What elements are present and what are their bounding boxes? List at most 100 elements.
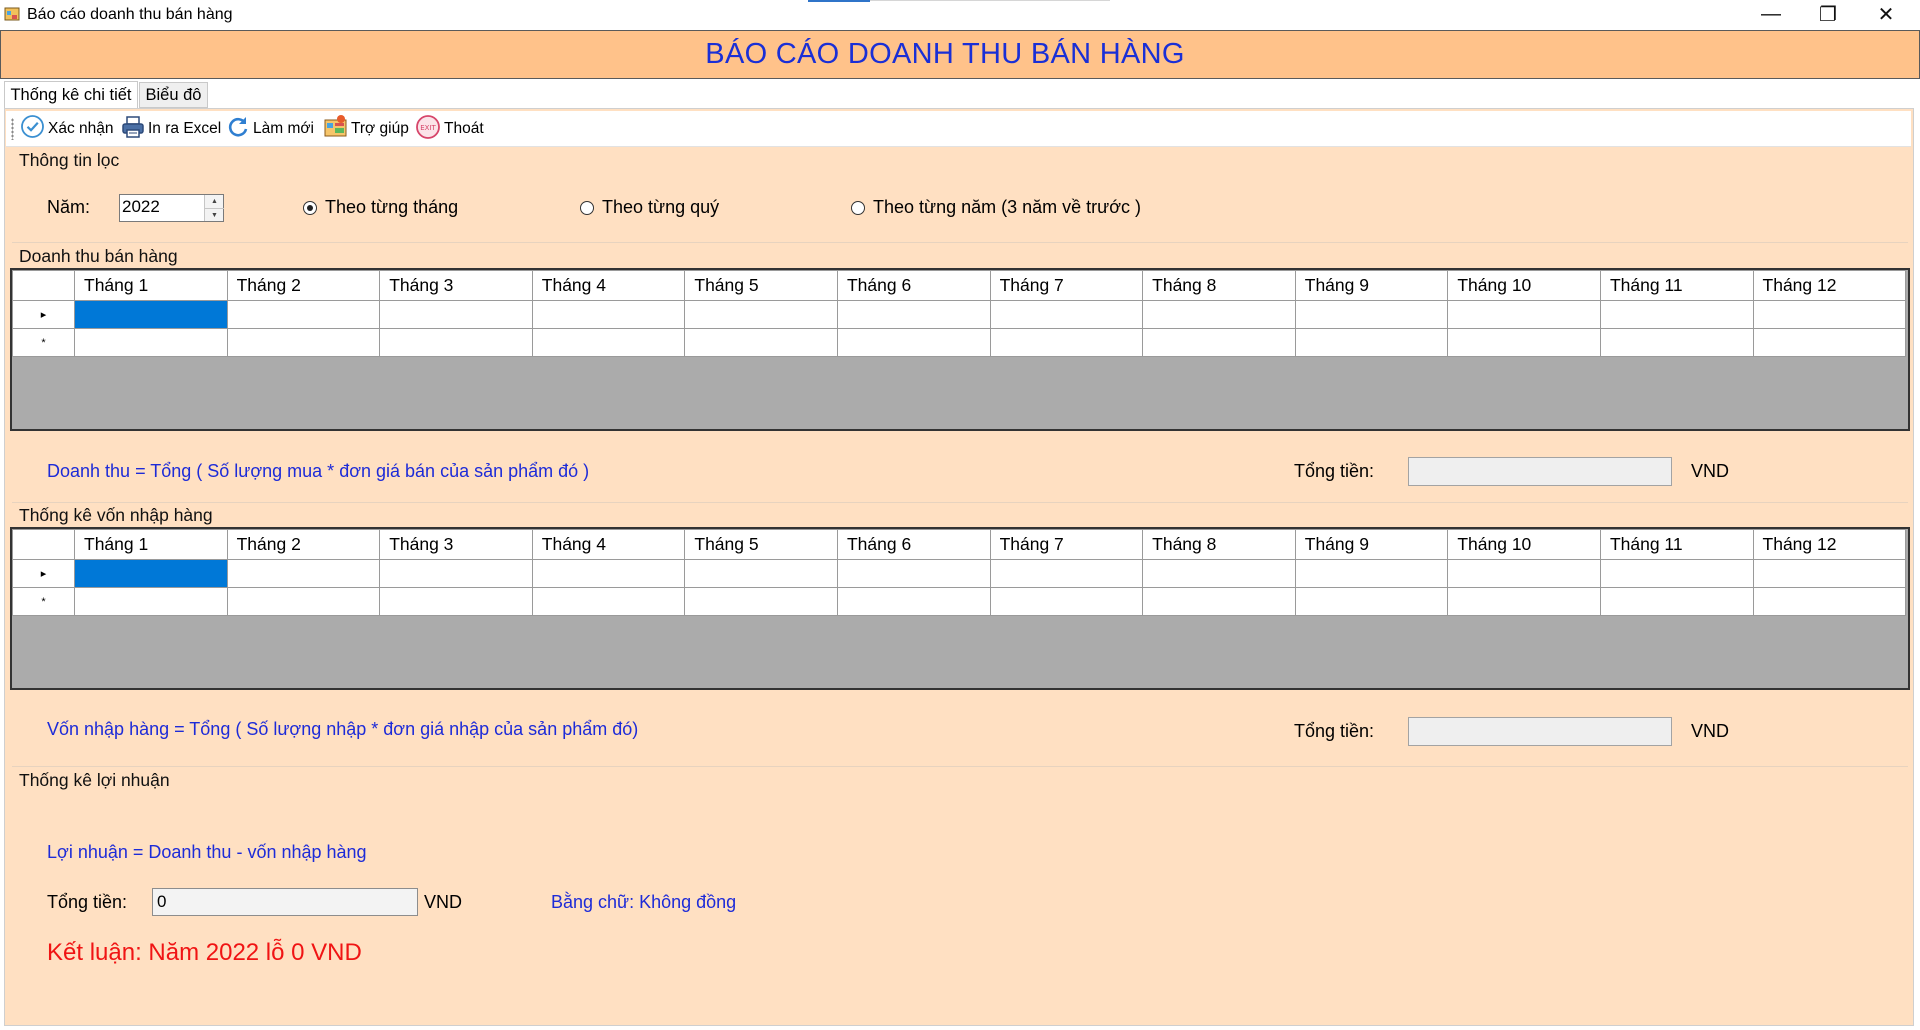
- table-cell[interactable]: [1142, 300, 1296, 329]
- table-cell[interactable]: [836, 587, 991, 616]
- confirm-button[interactable]: Xác nhận: [20, 113, 114, 145]
- table-cell[interactable]: [1142, 587, 1296, 616]
- table-cell[interactable]: [1752, 300, 1907, 329]
- table-cell[interactable]: [226, 559, 381, 588]
- help-button[interactable]: Trợ giúp: [323, 113, 409, 145]
- table-cell[interactable]: [1294, 587, 1449, 616]
- column-header[interactable]: Tháng 9: [1294, 270, 1449, 301]
- current-row-indicator[interactable]: ▸: [12, 300, 75, 329]
- tab-chart[interactable]: Biểu đô: [139, 82, 208, 108]
- new-row-indicator[interactable]: *: [12, 587, 75, 616]
- radio-by-quarter[interactable]: Theo từng quý: [580, 197, 719, 218]
- table-cell[interactable]: [1599, 328, 1754, 357]
- minimize-button[interactable]: —: [1743, 0, 1799, 29]
- table-cell[interactable]: [379, 300, 533, 329]
- table-cell[interactable]: [1142, 559, 1296, 588]
- column-header[interactable]: Tháng 3: [379, 529, 533, 560]
- table-cell[interactable]: [379, 559, 533, 588]
- column-header[interactable]: Tháng 9: [1294, 529, 1449, 560]
- table-cell[interactable]: [684, 300, 838, 329]
- table-cell[interactable]: [989, 559, 1144, 588]
- table-cell[interactable]: [379, 587, 533, 616]
- table-cell[interactable]: [1447, 300, 1601, 329]
- column-header[interactable]: Tháng 11: [1599, 529, 1754, 560]
- table-row-new[interactable]: *: [12, 328, 1907, 357]
- column-header[interactable]: Tháng 12: [1752, 529, 1907, 560]
- refresh-button[interactable]: Làm mới: [226, 113, 314, 145]
- table-cell[interactable]: [379, 328, 533, 357]
- radio-by-month[interactable]: Theo từng tháng: [303, 197, 458, 218]
- table-row[interactable]: ▸: [12, 559, 1907, 588]
- column-header[interactable]: Tháng 8: [1142, 270, 1296, 301]
- maximize-button[interactable]: ❐: [1800, 0, 1856, 29]
- table-cell[interactable]: [836, 559, 991, 588]
- current-row-indicator[interactable]: ▸: [12, 559, 75, 588]
- table-cell[interactable]: [226, 300, 381, 329]
- table-cell[interactable]: [684, 328, 838, 357]
- column-header[interactable]: Tháng 5: [684, 270, 838, 301]
- radio-by-month-dot[interactable]: [303, 200, 317, 215]
- table-cell[interactable]: [531, 587, 686, 616]
- profit-total-field[interactable]: [152, 888, 418, 916]
- close-button[interactable]: ✕: [1858, 0, 1914, 29]
- revenue-grid[interactable]: Tháng 1 Tháng 2 Tháng 3 Tháng 4 Tháng 5 …: [10, 268, 1910, 431]
- table-cell[interactable]: [989, 300, 1144, 329]
- column-header[interactable]: Tháng 8: [1142, 529, 1296, 560]
- column-header[interactable]: Tháng 7: [989, 529, 1144, 560]
- table-cell[interactable]: [989, 587, 1144, 616]
- table-cell[interactable]: [1447, 328, 1601, 357]
- table-cell[interactable]: [74, 300, 228, 329]
- table-cell[interactable]: [226, 587, 381, 616]
- column-header[interactable]: Tháng 6: [836, 529, 991, 560]
- tab-detail-statistics[interactable]: Thống kê chi tiết: [4, 81, 138, 109]
- toolbar-grip[interactable]: [11, 118, 14, 140]
- exit-button[interactable]: EXIT Thoát: [415, 113, 484, 145]
- table-cell[interactable]: [1294, 559, 1449, 588]
- year-spinner[interactable]: ▲ ▼: [204, 195, 224, 221]
- column-header[interactable]: Tháng 10: [1447, 270, 1601, 301]
- table-cell[interactable]: [989, 328, 1144, 357]
- table-cell[interactable]: [1447, 559, 1601, 588]
- column-header[interactable]: Tháng 12: [1752, 270, 1907, 301]
- column-header[interactable]: Tháng 7: [989, 270, 1144, 301]
- table-cell[interactable]: [1752, 328, 1907, 357]
- export-excel-button[interactable]: In ra Excel: [121, 113, 221, 145]
- column-header[interactable]: Tháng 11: [1599, 270, 1754, 301]
- column-header[interactable]: Tháng 6: [836, 270, 991, 301]
- table-cell[interactable]: [74, 559, 228, 588]
- column-header[interactable]: Tháng 2: [226, 270, 381, 301]
- table-cell[interactable]: [684, 587, 838, 616]
- table-cell[interactable]: [684, 559, 838, 588]
- table-cell[interactable]: [531, 559, 686, 588]
- table-cell[interactable]: [226, 328, 381, 357]
- table-cell[interactable]: [74, 328, 228, 357]
- table-cell[interactable]: [74, 587, 228, 616]
- table-cell[interactable]: [1294, 300, 1449, 329]
- column-header[interactable]: Tháng 4: [531, 529, 686, 560]
- table-cell[interactable]: [836, 328, 991, 357]
- radio-by-quarter-dot[interactable]: [580, 200, 594, 215]
- spin-up-icon[interactable]: ▲: [205, 195, 224, 208]
- column-header[interactable]: Tháng 5: [684, 529, 838, 560]
- table-cell[interactable]: [1294, 328, 1449, 357]
- column-header[interactable]: Tháng 3: [379, 270, 533, 301]
- table-cell[interactable]: [1142, 328, 1296, 357]
- radio-by-year-dot[interactable]: [851, 200, 865, 215]
- table-cell[interactable]: [1599, 300, 1754, 329]
- table-cell[interactable]: [1447, 587, 1601, 616]
- table-cell[interactable]: [1752, 559, 1907, 588]
- table-cell[interactable]: [531, 300, 686, 329]
- new-row-indicator[interactable]: *: [12, 328, 75, 357]
- revenue-total-field[interactable]: [1408, 457, 1672, 486]
- column-header[interactable]: Tháng 1: [74, 270, 228, 301]
- table-cell[interactable]: [531, 328, 686, 357]
- column-header[interactable]: Tháng 10: [1447, 529, 1601, 560]
- table-row[interactable]: ▸: [12, 300, 1907, 329]
- table-row-new[interactable]: *: [12, 587, 1907, 616]
- table-cell[interactable]: [1752, 587, 1907, 616]
- column-header[interactable]: Tháng 2: [226, 529, 381, 560]
- table-cell[interactable]: [1599, 559, 1754, 588]
- spin-down-icon[interactable]: ▼: [205, 208, 224, 221]
- column-header[interactable]: Tháng 1: [74, 529, 228, 560]
- table-cell[interactable]: [1599, 587, 1754, 616]
